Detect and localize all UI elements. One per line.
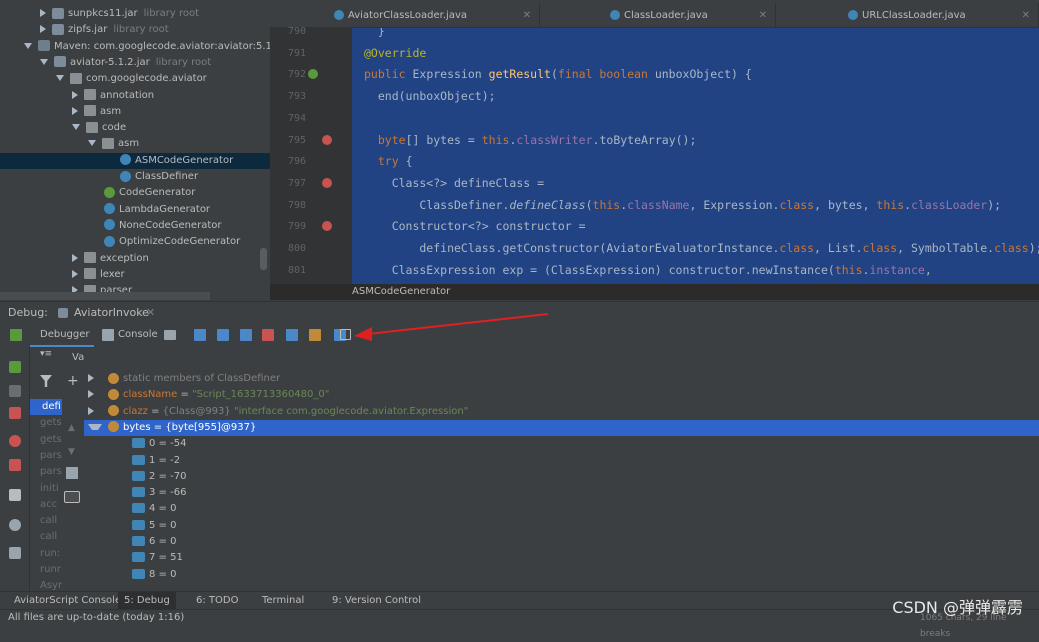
- annotation-arrow: [354, 313, 549, 341]
